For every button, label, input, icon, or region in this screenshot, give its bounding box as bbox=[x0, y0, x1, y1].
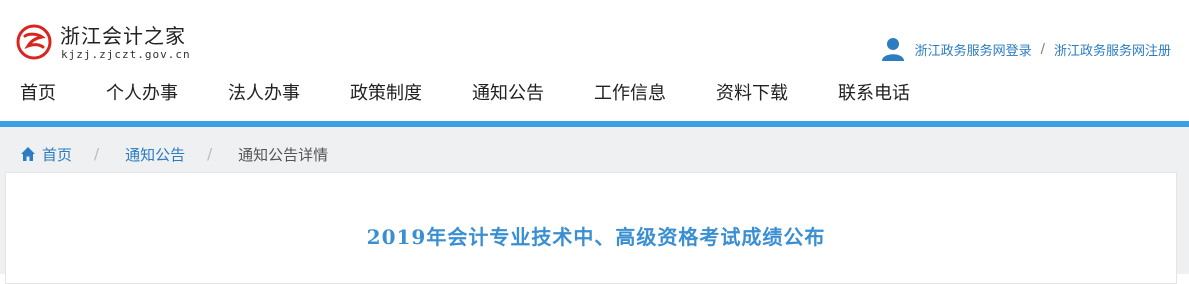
site-header: 浙江会计之家 kjzj.zjczt.gov.cn 浙江政务服务网登录 / 浙江政… bbox=[0, 0, 1189, 121]
account-links: 浙江政务服务网登录 / 浙江政务服务网注册 bbox=[881, 36, 1171, 62]
home-icon bbox=[21, 147, 35, 161]
nav-item-corporate[interactable]: 法人办事 bbox=[228, 79, 300, 105]
nav-item-work-info[interactable]: 工作信息 bbox=[594, 79, 666, 105]
breadcrumb-current: 通知公告详情 bbox=[238, 145, 329, 164]
breadcrumb: 首页 / 通知公告 / 通知公告详情 bbox=[20, 143, 328, 165]
site-name[interactable]: 浙江会计之家 bbox=[60, 20, 186, 49]
breadcrumb-separator: / bbox=[94, 145, 100, 163]
link-separator: / bbox=[1040, 41, 1045, 57]
nav-item-notices[interactable]: 通知公告 bbox=[472, 79, 544, 105]
nav-item-personal[interactable]: 个人办事 bbox=[106, 79, 178, 105]
nav-item-downloads[interactable]: 资料下载 bbox=[716, 79, 788, 105]
article-panel: 2019年会计专业技术中、高级资格考试成绩公布 bbox=[5, 172, 1177, 284]
site-domain: kjzj.zjczt.gov.cn bbox=[61, 48, 191, 61]
nav-item-policy[interactable]: 政策制度 bbox=[350, 79, 422, 105]
nav-item-contact[interactable]: 联系电话 bbox=[838, 79, 910, 105]
breadcrumb-separator: / bbox=[207, 145, 213, 163]
breadcrumb-home[interactable]: 首页 bbox=[42, 144, 72, 165]
logo-icon[interactable] bbox=[16, 24, 52, 60]
breadcrumb-notices[interactable]: 通知公告 bbox=[125, 144, 185, 165]
register-link[interactable]: 浙江政务服务网注册 bbox=[1054, 40, 1171, 59]
nav-item-home[interactable]: 首页 bbox=[20, 79, 56, 105]
article-title: 2019年会计专业技术中、高级资格考试成绩公布 bbox=[366, 225, 826, 249]
login-link[interactable]: 浙江政务服务网登录 bbox=[915, 40, 1032, 59]
user-icon bbox=[881, 38, 904, 61]
